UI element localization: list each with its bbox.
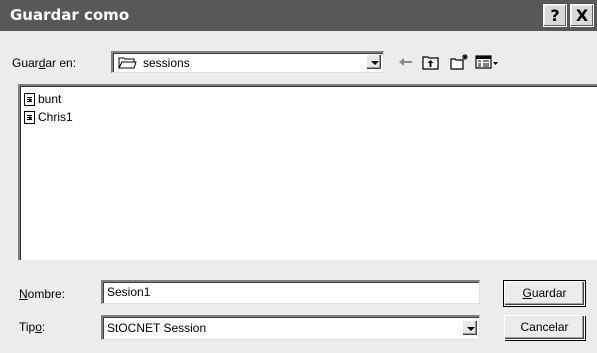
new-folder-icon (449, 54, 471, 74)
file-name-input[interactable]: Sesion1 (101, 280, 480, 304)
save-in-label: Guardar en: (12, 56, 77, 70)
file-type-value: StOCNET Session (107, 321, 207, 335)
save-in-value: sessions (143, 56, 190, 70)
cancel-button[interactable]: Cancelar (504, 315, 585, 340)
file-type-dropdown-arrow[interactable] (462, 320, 478, 336)
up-one-level-button[interactable] (421, 53, 441, 71)
file-list[interactable]: bunt Chris1 (18, 84, 597, 260)
save-in-dropdown-arrow[interactable] (366, 54, 382, 70)
close-button[interactable]: X (570, 4, 594, 27)
file-name-value: Sesion1 (107, 285, 151, 299)
up-folder-icon (421, 56, 441, 74)
document-icon (24, 93, 35, 106)
back-arrow-icon (396, 58, 416, 74)
close-icon: X (575, 6, 589, 25)
type-label: Tipo: (19, 320, 46, 334)
help-button[interactable]: ? (543, 4, 567, 27)
file-name: bunt (38, 92, 62, 106)
help-icon: ? (550, 6, 560, 25)
file-type-dropdown[interactable]: StOCNET Session (101, 315, 480, 340)
folder-icon (118, 56, 137, 69)
new-folder-button[interactable] (449, 53, 469, 71)
view-menu-icon (474, 55, 500, 74)
save-as-dialog: Guardar como ? X Guardar en: sessions bu… (0, 0, 597, 353)
document-icon (24, 111, 35, 124)
view-menu-button[interactable] (474, 53, 500, 71)
dialog-title: Guardar como (10, 6, 130, 24)
title-bar[interactable]: Guardar como ? X (0, 0, 597, 31)
back-button[interactable] (396, 53, 416, 71)
name-label: Nombre: (19, 287, 66, 301)
save-button[interactable]: Guardar (503, 280, 586, 307)
save-in-dropdown[interactable]: sessions (111, 51, 384, 73)
file-name: Chris1 (38, 110, 73, 124)
